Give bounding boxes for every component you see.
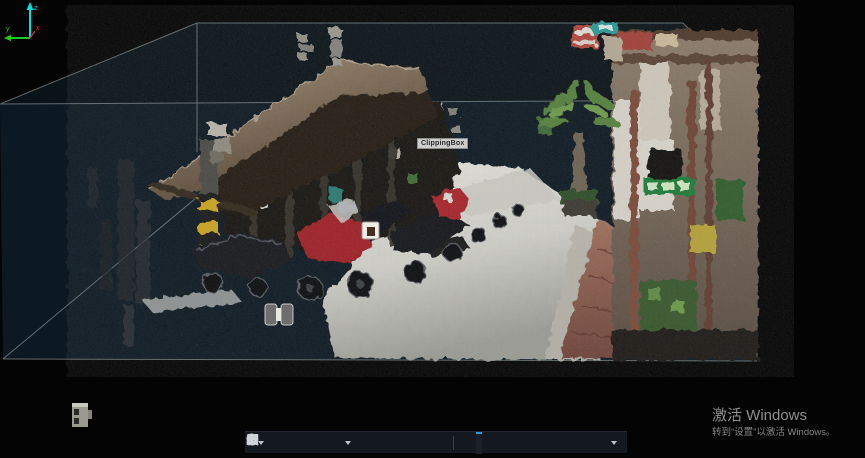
orbit-tool[interactable] (373, 432, 379, 454)
point-cloud-viewer: ClippingBox 激活 Windows 转到“设置”以激活 Windows… (0, 0, 865, 458)
axis-gizmo: z y x (0, 0, 60, 48)
clip-tool[interactable] (476, 432, 482, 454)
y-axis-arrow (4, 35, 11, 41)
volume-tool[interactable] (339, 432, 354, 454)
caret-down-icon (345, 441, 351, 445)
profile-tool[interactable] (527, 432, 533, 454)
sphere-tool[interactable] (553, 432, 559, 454)
z-axis-arrow (27, 2, 34, 10)
grid-tool[interactable] (605, 432, 620, 454)
flag-add-tool[interactable] (425, 432, 431, 454)
fit-screen-tool[interactable] (579, 432, 585, 454)
layers-tool[interactable] (287, 432, 293, 454)
y-axis-label: y (5, 26, 10, 33)
clip-widgets-layer (0, 0, 865, 458)
clipping-box-label[interactable]: ClippingBox (417, 138, 468, 149)
watermark-subtitle: 转到“设置”以激活 Windows。 (712, 427, 836, 439)
clip-handle-gray[interactable] (265, 304, 293, 325)
outside-fragment (72, 403, 92, 427)
clip-handle-white[interactable] (362, 222, 379, 239)
watermark-title: 激活 Windows (712, 407, 836, 425)
caret-down-icon (611, 441, 617, 445)
toolbar-divider (453, 436, 454, 450)
clip-filter-tool[interactable] (502, 432, 508, 454)
z-axis-label: z (33, 5, 38, 12)
x-axis-label: x (35, 25, 40, 32)
flag-tool[interactable] (399, 432, 405, 454)
bottom-toolbar (245, 431, 627, 453)
zoom-tool[interactable] (313, 432, 319, 454)
windows-activation-watermark: 激活 Windows 转到“设置”以激活 Windows。 (712, 407, 836, 439)
